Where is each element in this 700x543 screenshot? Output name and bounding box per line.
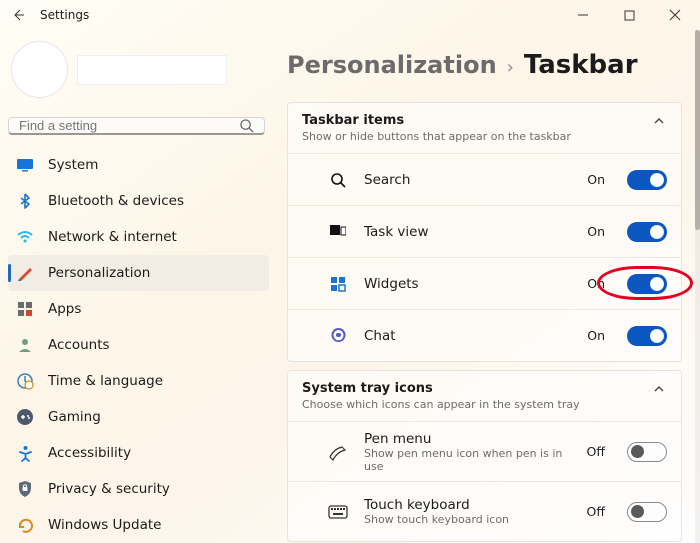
profile-block[interactable] xyxy=(8,38,269,107)
close-button[interactable] xyxy=(652,1,698,29)
toggle-state: On xyxy=(587,172,605,187)
sidebar: System Bluetooth & devices Network & int… xyxy=(0,30,275,543)
keyboard-icon xyxy=(328,505,348,519)
display-icon xyxy=(16,156,34,174)
sidebar-item-label: Gaming xyxy=(48,409,101,425)
sidebar-item-label: Accounts xyxy=(48,337,110,353)
chevron-right-icon: › xyxy=(507,57,514,78)
row-label: Touch keyboard xyxy=(364,497,571,513)
shield-icon xyxy=(16,480,34,498)
titlebar: Settings xyxy=(0,0,700,30)
toggle-penmenu[interactable] xyxy=(627,442,667,462)
toggle-state: On xyxy=(587,224,605,239)
scrollbar-vertical[interactable] xyxy=(695,30,700,543)
chevron-up-icon[interactable] xyxy=(651,113,667,129)
row-penmenu: Pen menu Show pen menu icon when pen is … xyxy=(288,421,681,481)
row-desc: Show touch keyboard icon xyxy=(364,513,571,526)
sidebar-item-apps[interactable]: Apps xyxy=(8,291,269,327)
accessibility-icon xyxy=(16,444,34,462)
toggle-state: Off xyxy=(587,504,605,519)
chevron-up-icon[interactable] xyxy=(651,381,667,397)
breadcrumb: Personalization › Taskbar xyxy=(287,50,682,80)
sidebar-item-label: Accessibility xyxy=(48,445,131,461)
globe-clock-icon xyxy=(16,372,34,390)
sidebar-item-update[interactable]: Windows Update xyxy=(8,507,269,543)
sidebar-item-accessibility[interactable]: Accessibility xyxy=(8,435,269,471)
row-label: Task view xyxy=(364,224,571,240)
row-label: Chat xyxy=(364,328,571,344)
apps-icon xyxy=(16,300,34,318)
widgets-icon xyxy=(328,276,348,292)
sidebar-item-label: Bluetooth & devices xyxy=(48,193,184,209)
toggle-touchkeyboard[interactable] xyxy=(627,502,667,522)
row-chat: Chat On xyxy=(288,309,681,361)
sidebar-item-gaming[interactable]: Gaming xyxy=(8,399,269,435)
search-icon xyxy=(328,172,348,188)
chat-icon xyxy=(328,327,348,344)
window-title: Settings xyxy=(40,8,89,22)
card-desc: Show or hide buttons that appear on the … xyxy=(302,130,651,143)
sidebar-item-label: Windows Update xyxy=(48,517,161,533)
search-field[interactable] xyxy=(19,118,239,133)
sidebar-item-label: Privacy & security xyxy=(48,481,170,497)
tray-icons-card: System tray icons Choose which icons can… xyxy=(287,370,682,542)
card-title: System tray icons xyxy=(302,381,651,396)
card-header[interactable]: System tray icons Choose which icons can… xyxy=(288,371,681,421)
page-title: Taskbar xyxy=(524,50,638,80)
bluetooth-icon xyxy=(16,192,34,210)
toggle-search[interactable] xyxy=(627,170,667,190)
sidebar-item-personalization[interactable]: Personalization xyxy=(8,255,269,291)
person-icon xyxy=(16,336,34,354)
taskview-icon xyxy=(328,225,348,239)
toggle-state: On xyxy=(587,276,605,291)
paintbrush-icon xyxy=(16,264,34,282)
row-label: Widgets xyxy=(364,276,571,292)
profile-name xyxy=(77,55,227,85)
wifi-icon xyxy=(16,228,34,246)
sidebar-item-label: Apps xyxy=(48,301,81,317)
sidebar-item-privacy[interactable]: Privacy & security xyxy=(8,471,269,507)
sidebar-item-time[interactable]: Time & language xyxy=(8,363,269,399)
sidebar-item-label: Personalization xyxy=(48,265,150,281)
sidebar-item-label: Time & language xyxy=(48,373,163,389)
breadcrumb-parent[interactable]: Personalization xyxy=(287,51,497,79)
pen-icon xyxy=(328,443,348,461)
sidebar-item-label: System xyxy=(48,157,98,173)
row-touchkeyboard: Touch keyboard Show touch keyboard icon … xyxy=(288,481,681,541)
toggle-state: Off xyxy=(587,444,605,459)
toggle-taskview[interactable] xyxy=(627,222,667,242)
gaming-icon xyxy=(16,408,34,426)
minimize-button[interactable] xyxy=(560,1,606,29)
avatar xyxy=(12,42,67,97)
row-label: Search xyxy=(364,172,571,188)
update-icon xyxy=(16,516,34,534)
taskbar-items-card: Taskbar items Show or hide buttons that … xyxy=(287,102,682,362)
row-taskview: Task view On xyxy=(288,205,681,257)
sidebar-nav: System Bluetooth & devices Network & int… xyxy=(8,147,269,543)
card-desc: Choose which icons can appear in the sys… xyxy=(302,398,651,411)
search-input[interactable] xyxy=(8,117,265,135)
scrollbar-thumb[interactable] xyxy=(695,30,700,230)
search-icon xyxy=(239,118,254,133)
sidebar-item-network[interactable]: Network & internet xyxy=(8,219,269,255)
sidebar-item-bluetooth[interactable]: Bluetooth & devices xyxy=(8,183,269,219)
toggle-state: On xyxy=(587,328,605,343)
back-icon[interactable] xyxy=(10,7,26,23)
row-label: Pen menu xyxy=(364,431,571,447)
sidebar-item-system[interactable]: System xyxy=(8,147,269,183)
toggle-chat[interactable] xyxy=(627,326,667,346)
sidebar-item-accounts[interactable]: Accounts xyxy=(8,327,269,363)
row-widgets: Widgets On xyxy=(288,257,681,309)
toggle-widgets[interactable] xyxy=(627,274,667,294)
row-desc: Show pen menu icon when pen is in use xyxy=(364,447,571,473)
main-content: Personalization › Taskbar Taskbar items … xyxy=(275,30,700,543)
maximize-button[interactable] xyxy=(606,1,652,29)
card-header[interactable]: Taskbar items Show or hide buttons that … xyxy=(288,103,681,153)
row-search: Search On xyxy=(288,153,681,205)
card-title: Taskbar items xyxy=(302,113,651,128)
sidebar-item-label: Network & internet xyxy=(48,229,177,245)
